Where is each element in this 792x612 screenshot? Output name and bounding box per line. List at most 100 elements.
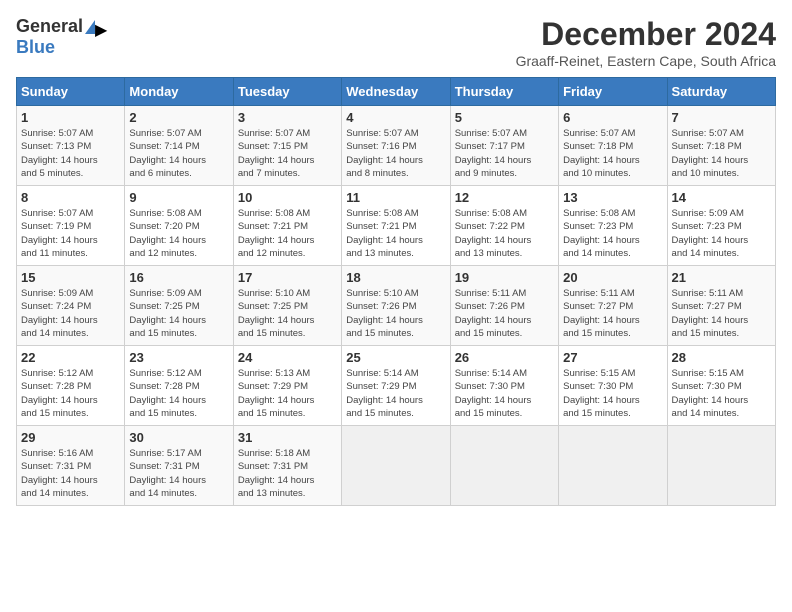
title-area: December 2024 Graaff-Reinet, Eastern Cap… bbox=[516, 16, 776, 69]
day-number: 30 bbox=[129, 430, 228, 445]
logo-icon: ▶ bbox=[85, 20, 95, 34]
calendar-cell: 21 Sunrise: 5:11 AMSunset: 7:27 PMDayligh… bbox=[667, 266, 775, 346]
calendar-cell: 10 Sunrise: 5:08 AMSunset: 7:21 PMDayligh… bbox=[233, 186, 341, 266]
day-number: 23 bbox=[129, 350, 228, 365]
calendar-week-4: 22 Sunrise: 5:12 AMSunset: 7:28 PMDayligh… bbox=[17, 346, 776, 426]
day-number: 16 bbox=[129, 270, 228, 285]
day-number: 10 bbox=[238, 190, 337, 205]
day-number: 26 bbox=[455, 350, 554, 365]
day-number: 21 bbox=[672, 270, 771, 285]
day-info: Sunrise: 5:18 AMSunset: 7:31 PMDaylight:… bbox=[238, 447, 337, 500]
day-info: Sunrise: 5:11 AMSunset: 7:27 PMDaylight:… bbox=[672, 287, 771, 340]
day-info: Sunrise: 5:12 AMSunset: 7:28 PMDaylight:… bbox=[21, 367, 120, 420]
day-number: 24 bbox=[238, 350, 337, 365]
calendar-cell: 20 Sunrise: 5:11 AMSunset: 7:27 PMDayligh… bbox=[559, 266, 667, 346]
calendar-cell: 12 Sunrise: 5:08 AMSunset: 7:22 PMDayligh… bbox=[450, 186, 558, 266]
day-number: 15 bbox=[21, 270, 120, 285]
calendar-week-3: 15 Sunrise: 5:09 AMSunset: 7:24 PMDayligh… bbox=[17, 266, 776, 346]
calendar-cell: 18 Sunrise: 5:10 AMSunset: 7:26 PMDayligh… bbox=[342, 266, 450, 346]
calendar-cell: 2Sunrise: 5:07 AMSunset: 7:14 PMDaylight… bbox=[125, 106, 233, 186]
weekday-header-sunday: Sunday bbox=[17, 78, 125, 106]
day-number: 6 bbox=[563, 110, 662, 125]
calendar-cell: 27 Sunrise: 5:15 AMSunset: 7:30 PMDayligh… bbox=[559, 346, 667, 426]
calendar-cell: 24 Sunrise: 5:13 AMSunset: 7:29 PMDayligh… bbox=[233, 346, 341, 426]
day-number: 20 bbox=[563, 270, 662, 285]
calendar-cell: 23 Sunrise: 5:12 AMSunset: 7:28 PMDayligh… bbox=[125, 346, 233, 426]
day-number: 18 bbox=[346, 270, 445, 285]
day-number: 29 bbox=[21, 430, 120, 445]
day-number: 25 bbox=[346, 350, 445, 365]
weekday-header-row: SundayMondayTuesdayWednesdayThursdayFrid… bbox=[17, 78, 776, 106]
calendar-cell: 3 Sunrise: 5:07 AMSunset: 7:15 PMDaylight… bbox=[233, 106, 341, 186]
day-info: Sunrise: 5:07 AMSunset: 7:15 PMDaylight:… bbox=[238, 127, 337, 180]
day-info: Sunrise: 5:07 AMSunset: 7:13 PMDaylight:… bbox=[21, 127, 120, 180]
calendar-cell: 28 Sunrise: 5:15 AMSunset: 7:30 PMDayligh… bbox=[667, 346, 775, 426]
day-info: Sunrise: 5:15 AMSunset: 7:30 PMDaylight:… bbox=[672, 367, 771, 420]
logo: General ▶ Blue bbox=[16, 16, 95, 58]
day-number: 14 bbox=[672, 190, 771, 205]
day-info: Sunrise: 5:10 AMSunset: 7:25 PMDaylight:… bbox=[238, 287, 337, 340]
calendar-cell bbox=[667, 426, 775, 506]
logo-blue-text: Blue bbox=[16, 37, 55, 58]
logo-general-text: General bbox=[16, 16, 83, 37]
calendar-cell: 26 Sunrise: 5:14 AMSunset: 7:30 PMDayligh… bbox=[450, 346, 558, 426]
calendar-cell: 5Sunrise: 5:07 AMSunset: 7:17 PMDaylight… bbox=[450, 106, 558, 186]
day-info: Sunrise: 5:07 AMSunset: 7:18 PMDaylight:… bbox=[563, 127, 662, 180]
day-number: 7 bbox=[672, 110, 771, 125]
calendar-cell: 19 Sunrise: 5:11 AMSunset: 7:26 PMDayligh… bbox=[450, 266, 558, 346]
day-info: Sunrise: 5:15 AMSunset: 7:30 PMDaylight:… bbox=[563, 367, 662, 420]
day-info: Sunrise: 5:09 AMSunset: 7:25 PMDaylight:… bbox=[129, 287, 228, 340]
day-info: Sunrise: 5:08 AMSunset: 7:22 PMDaylight:… bbox=[455, 207, 554, 260]
weekday-header-friday: Friday bbox=[559, 78, 667, 106]
calendar-week-5: 29 Sunrise: 5:16 AMSunset: 7:31 PMDayligh… bbox=[17, 426, 776, 506]
weekday-header-tuesday: Tuesday bbox=[233, 78, 341, 106]
day-info: Sunrise: 5:07 AMSunset: 7:19 PMDaylight:… bbox=[21, 207, 120, 260]
calendar-cell: 13Sunrise: 5:08 AMSunset: 7:23 PMDayligh… bbox=[559, 186, 667, 266]
day-number: 28 bbox=[672, 350, 771, 365]
day-info: Sunrise: 5:08 AMSunset: 7:21 PMDaylight:… bbox=[346, 207, 445, 260]
day-number: 13 bbox=[563, 190, 662, 205]
day-number: 19 bbox=[455, 270, 554, 285]
calendar-cell bbox=[559, 426, 667, 506]
weekday-header-thursday: Thursday bbox=[450, 78, 558, 106]
calendar-cell: 15 Sunrise: 5:09 AMSunset: 7:24 PMDayligh… bbox=[17, 266, 125, 346]
calendar-cell: 17 Sunrise: 5:10 AMSunset: 7:25 PMDayligh… bbox=[233, 266, 341, 346]
day-info: Sunrise: 5:13 AMSunset: 7:29 PMDaylight:… bbox=[238, 367, 337, 420]
day-number: 11 bbox=[346, 190, 445, 205]
day-info: Sunrise: 5:16 AMSunset: 7:31 PMDaylight:… bbox=[21, 447, 120, 500]
calendar-cell bbox=[342, 426, 450, 506]
day-info: Sunrise: 5:09 AMSunset: 7:24 PMDaylight:… bbox=[21, 287, 120, 340]
calendar-cell: 29 Sunrise: 5:16 AMSunset: 7:31 PMDayligh… bbox=[17, 426, 125, 506]
day-number: 3 bbox=[238, 110, 337, 125]
day-number: 31 bbox=[238, 430, 337, 445]
calendar-week-2: 8 Sunrise: 5:07 AMSunset: 7:19 PMDaylight… bbox=[17, 186, 776, 266]
day-info: Sunrise: 5:07 AMSunset: 7:17 PMDaylight:… bbox=[455, 127, 554, 180]
day-info: Sunrise: 5:12 AMSunset: 7:28 PMDaylight:… bbox=[129, 367, 228, 420]
day-info: Sunrise: 5:14 AMSunset: 7:29 PMDaylight:… bbox=[346, 367, 445, 420]
day-info: Sunrise: 5:08 AMSunset: 7:21 PMDaylight:… bbox=[238, 207, 337, 260]
header: General ▶ Blue December 2024 Graaff-Rein… bbox=[16, 16, 776, 69]
calendar-cell: 7 Sunrise: 5:07 AMSunset: 7:18 PMDaylight… bbox=[667, 106, 775, 186]
calendar-cell bbox=[450, 426, 558, 506]
day-number: 27 bbox=[563, 350, 662, 365]
calendar-cell: 8 Sunrise: 5:07 AMSunset: 7:19 PMDaylight… bbox=[17, 186, 125, 266]
day-info: Sunrise: 5:14 AMSunset: 7:30 PMDaylight:… bbox=[455, 367, 554, 420]
day-number: 8 bbox=[21, 190, 120, 205]
weekday-header-monday: Monday bbox=[125, 78, 233, 106]
day-info: Sunrise: 5:07 AMSunset: 7:14 PMDaylight:… bbox=[129, 127, 228, 180]
day-info: Sunrise: 5:07 AMSunset: 7:18 PMDaylight:… bbox=[672, 127, 771, 180]
day-info: Sunrise: 5:11 AMSunset: 7:26 PMDaylight:… bbox=[455, 287, 554, 340]
calendar-body: 1Sunrise: 5:07 AMSunset: 7:13 PMDaylight… bbox=[17, 106, 776, 506]
day-number: 12 bbox=[455, 190, 554, 205]
day-number: 17 bbox=[238, 270, 337, 285]
calendar: SundayMondayTuesdayWednesdayThursdayFrid… bbox=[16, 77, 776, 506]
day-info: Sunrise: 5:10 AMSunset: 7:26 PMDaylight:… bbox=[346, 287, 445, 340]
day-number: 22 bbox=[21, 350, 120, 365]
calendar-cell: 31 Sunrise: 5:18 AMSunset: 7:31 PMDayligh… bbox=[233, 426, 341, 506]
calendar-cell: 11 Sunrise: 5:08 AMSunset: 7:21 PMDayligh… bbox=[342, 186, 450, 266]
day-info: Sunrise: 5:11 AMSunset: 7:27 PMDaylight:… bbox=[563, 287, 662, 340]
day-info: Sunrise: 5:09 AMSunset: 7:23 PMDaylight:… bbox=[672, 207, 771, 260]
calendar-cell: 6 Sunrise: 5:07 AMSunset: 7:18 PMDaylight… bbox=[559, 106, 667, 186]
calendar-cell: 4Sunrise: 5:07 AMSunset: 7:16 PMDaylight… bbox=[342, 106, 450, 186]
calendar-cell: 25 Sunrise: 5:14 AMSunset: 7:29 PMDayligh… bbox=[342, 346, 450, 426]
